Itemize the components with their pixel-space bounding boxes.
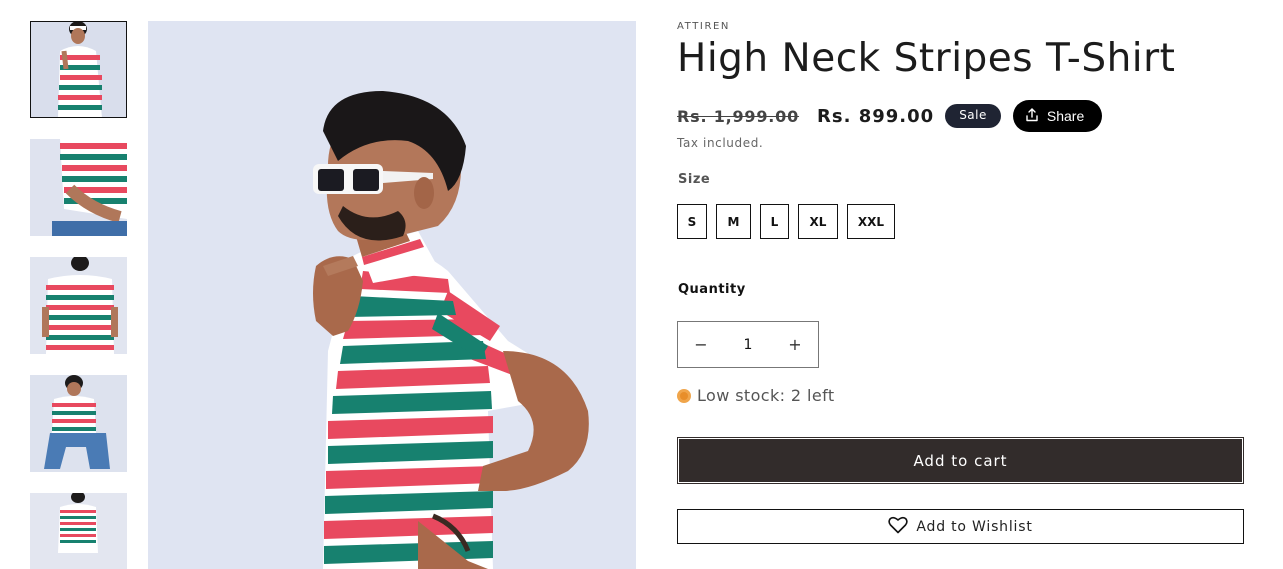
quantity-increase-button[interactable]: + [772,322,818,367]
size-option-xxl[interactable]: XXL [847,204,895,239]
sale-badge: Sale [945,104,1001,128]
main-product-image[interactable] [148,21,636,569]
vendor-name: ATTIREN [677,21,731,32]
product-title: High Neck Stripes T-Shirt [677,36,1176,81]
compare-price: Rs. 1,999.00 [677,106,800,126]
tax-note: Tax included. [677,136,764,150]
thumbnail-2[interactable] [30,139,127,236]
thumbnail-3[interactable] [30,257,127,354]
size-option-m[interactable]: M [716,204,751,239]
size-selector: S M L XL XXL [677,204,895,239]
size-option-xl[interactable]: XL [798,204,838,239]
thumbnail-gallery [30,21,127,569]
stock-text: Low stock: 2 left [697,386,835,405]
quantity-label: Quantity [678,282,746,297]
status-dot-icon [677,388,691,403]
quantity-stepper: − 1 + [677,321,819,368]
sale-price: Rs. 899.00 [817,105,935,127]
share-button[interactable]: Share [1012,100,1103,132]
quantity-decrease-button[interactable]: − [678,322,724,367]
add-to-wishlist-button[interactable]: Add to Wishlist [677,509,1244,544]
share-icon [1025,107,1039,125]
size-option-l[interactable]: L [760,204,789,239]
wishlist-label: Add to Wishlist [916,518,1033,535]
thumbnail-1[interactable] [30,21,127,118]
size-label: Size [678,172,711,187]
stock-status: Low stock: 2 left [677,386,835,405]
thumbnail-5[interactable] [30,493,127,569]
thumbnail-4[interactable] [30,375,127,472]
quantity-input[interactable]: 1 [724,337,772,353]
add-to-cart-button[interactable]: Add to cart [677,437,1244,484]
heart-icon [888,516,909,538]
share-label: Share [1046,108,1085,124]
size-option-s[interactable]: S [677,204,707,239]
price-row: Rs. 1,999.00 Rs. 899.00 Sale Share [677,99,1103,133]
